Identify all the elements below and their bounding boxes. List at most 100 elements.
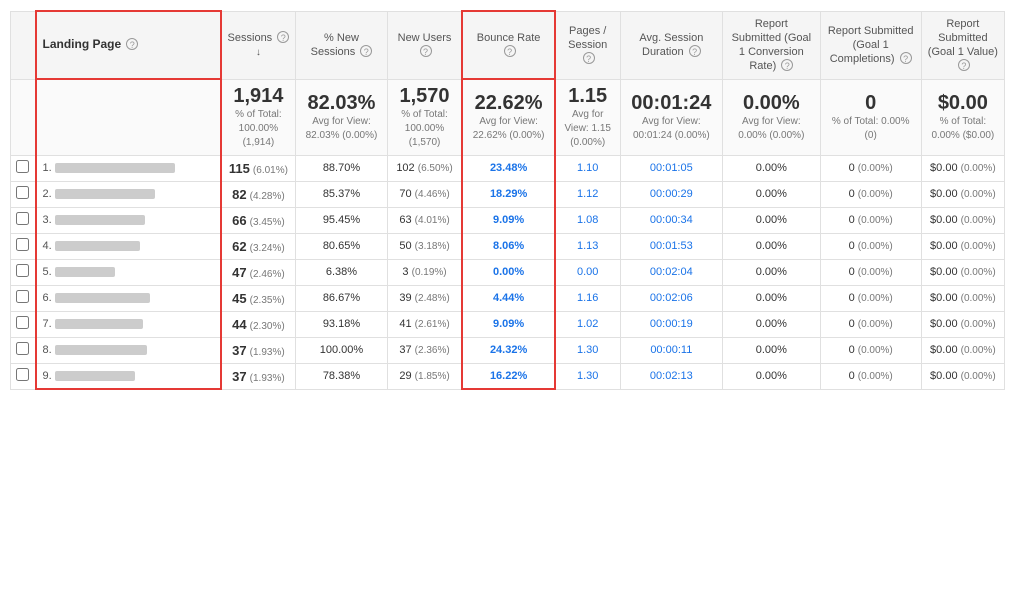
row7-checkbox-cell[interactable] (11, 311, 36, 337)
row1-report-comp-cell: 0 (0.00%) (820, 155, 921, 181)
row7-bounce-cell: 9.09% (462, 311, 554, 337)
totals-bounce-cell: 22.62% Avg for View: 22.62% (0.00%) (462, 79, 554, 155)
avg-session-header: Avg. Session Duration ? (620, 11, 722, 79)
row2-link[interactable] (55, 189, 155, 199)
row1-pages-cell: 1.10 (555, 155, 620, 181)
row4-new-users-cell: 50 (3.18%) (387, 233, 462, 259)
row2-report-val: $0.00 (930, 188, 958, 200)
row6-report-comp-cell: 0 (0.00%) (820, 285, 921, 311)
row2-checkbox-cell[interactable] (11, 181, 36, 207)
row3-checkbox-cell[interactable] (11, 207, 36, 233)
table-row: 5. 47 (2.46%) 6.38% 3 (0.19%) 0.00% 0.00 (11, 259, 1005, 285)
row7-bounce: 9.09% (493, 318, 524, 330)
row8-report-val-cell: $0.00 (0.00%) (921, 337, 1004, 363)
row5-bounce-cell: 0.00% (462, 259, 554, 285)
bounce-rate-help-icon[interactable]: ? (504, 45, 516, 57)
row9-report-val: $0.00 (930, 370, 958, 382)
row4-checkbox-cell[interactable] (11, 233, 36, 259)
sessions-label: Sessions (228, 32, 273, 44)
row5-avg-session-cell: 00:02:04 (620, 259, 722, 285)
sessions-help-icon[interactable]: ? (277, 31, 289, 43)
row5-report-comp: 0 (849, 266, 855, 278)
row5-checkbox-cell[interactable] (11, 259, 36, 285)
row6-link[interactable] (55, 293, 150, 303)
row4-num: 4. (43, 240, 52, 252)
report-rate-help-icon[interactable]: ? (781, 59, 793, 71)
row1-bounce: 23.48% (490, 162, 527, 174)
row8-report-val-pct: (0.00%) (961, 345, 996, 356)
row8-link[interactable] (55, 345, 147, 355)
row4-bounce-cell: 8.06% (462, 233, 554, 259)
row9-new-users-cell: 29 (1.85%) (387, 363, 462, 389)
row4-link[interactable] (55, 241, 140, 251)
row8-report-val: $0.00 (930, 344, 958, 356)
row3-report-val-pct: (0.00%) (961, 215, 996, 226)
row4-report-comp-cell: 0 (0.00%) (820, 233, 921, 259)
new-users-help-icon[interactable]: ? (420, 45, 432, 57)
report-rate-label: Report Submitted (Goal 1 Conversion Rate… (732, 18, 811, 73)
row9-avg-session: 00:02:13 (650, 370, 693, 382)
totals-report-rate-cell: 0.00% Avg for View: 0.00% (0.00%) (723, 79, 821, 155)
row7-report-comp: 0 (849, 318, 855, 330)
totals-pct-new-cell: 82.03% Avg for View: 82.03% (0.00%) (296, 79, 387, 155)
row2-bounce-cell: 18.29% (462, 181, 554, 207)
row2-avg-session-cell: 00:00:29 (620, 181, 722, 207)
row1-pct-new-cell: 88.70% (296, 155, 387, 181)
pct-new-sessions-help-icon[interactable]: ? (360, 45, 372, 57)
row7-new-users-cell: 41 (2.61%) (387, 311, 462, 337)
row1-checkbox-cell[interactable] (11, 155, 36, 181)
row1-report-val-pct: (0.00%) (961, 163, 996, 174)
row3-num: 3. (43, 214, 52, 226)
totals-sessions-cell: 1,914 % of Total: 100.00% (1,914) (221, 79, 296, 155)
totals-report-rate-main: 0.00% (729, 92, 814, 115)
row3-report-comp: 0 (849, 214, 855, 226)
totals-bounce-main: 22.62% (469, 92, 547, 115)
row6-landing-cell: 6. (36, 285, 221, 311)
row5-link[interactable] (55, 267, 115, 277)
row9-checkbox-cell[interactable] (11, 363, 36, 389)
row6-sessions-cell: 45 (2.35%) (221, 285, 296, 311)
row3-link[interactable] (55, 215, 145, 225)
report-completions-help-icon[interactable]: ? (900, 52, 912, 64)
sessions-sort-icon[interactable]: ↓ (256, 47, 261, 58)
row6-checkbox-cell[interactable] (11, 285, 36, 311)
totals-avg-session-main: 00:01:24 (627, 92, 716, 115)
avg-session-help-icon[interactable]: ? (689, 45, 701, 57)
row6-new-users: 39 (399, 292, 411, 304)
row9-bounce: 16.22% (490, 370, 527, 382)
row9-link[interactable] (55, 371, 135, 381)
landing-page-help-icon[interactable]: ? (126, 38, 138, 50)
pages-session-help-icon[interactable]: ? (583, 52, 595, 64)
row5-report-comp-pct: (0.00%) (858, 267, 893, 278)
row7-sessions: 44 (232, 317, 246, 332)
totals-sessions-sub: % of Total: 100.00% (1,914) (228, 108, 290, 150)
pages-session-header: Pages / Session ? (555, 11, 620, 79)
row8-landing-cell: 8. (36, 337, 221, 363)
bounce-rate-label: Bounce Rate (477, 32, 541, 44)
row6-new-users-pct: (2.48%) (415, 293, 450, 304)
row7-new-users-pct: (2.61%) (415, 319, 450, 330)
row5-sessions-cell: 47 (2.46%) (221, 259, 296, 285)
row9-sessions: 37 (232, 369, 246, 384)
row2-avg-session: 00:00:29 (650, 188, 693, 200)
row3-report-val-cell: $0.00 (0.00%) (921, 207, 1004, 233)
row8-checkbox-cell[interactable] (11, 337, 36, 363)
row1-link[interactable] (55, 163, 175, 173)
analytics-table-wrapper: Landing Page ? Sessions ? ↓ % New Sessio… (0, 0, 1015, 400)
row2-report-val-cell: $0.00 (0.00%) (921, 181, 1004, 207)
row8-avg-session-cell: 00:00:11 (620, 337, 722, 363)
row1-landing-cell: 1. (36, 155, 221, 181)
row8-report-comp-pct: (0.00%) (858, 345, 893, 356)
row5-new-users: 3 (402, 266, 408, 278)
totals-report-comp-main: 0 (827, 92, 915, 115)
row7-link[interactable] (55, 319, 143, 329)
row1-sessions: 115 (229, 161, 250, 176)
row1-report-rate-cell: 0.00% (723, 155, 821, 181)
row3-report-comp-cell: 0 (0.00%) (820, 207, 921, 233)
row2-sessions-cell: 82 (4.28%) (221, 181, 296, 207)
row6-bounce-cell: 4.44% (462, 285, 554, 311)
analytics-table: Landing Page ? Sessions ? ↓ % New Sessio… (10, 10, 1005, 390)
report-value-help-icon[interactable]: ? (958, 59, 970, 71)
row3-pages: 1.08 (577, 214, 598, 226)
row7-new-users: 41 (399, 318, 411, 330)
